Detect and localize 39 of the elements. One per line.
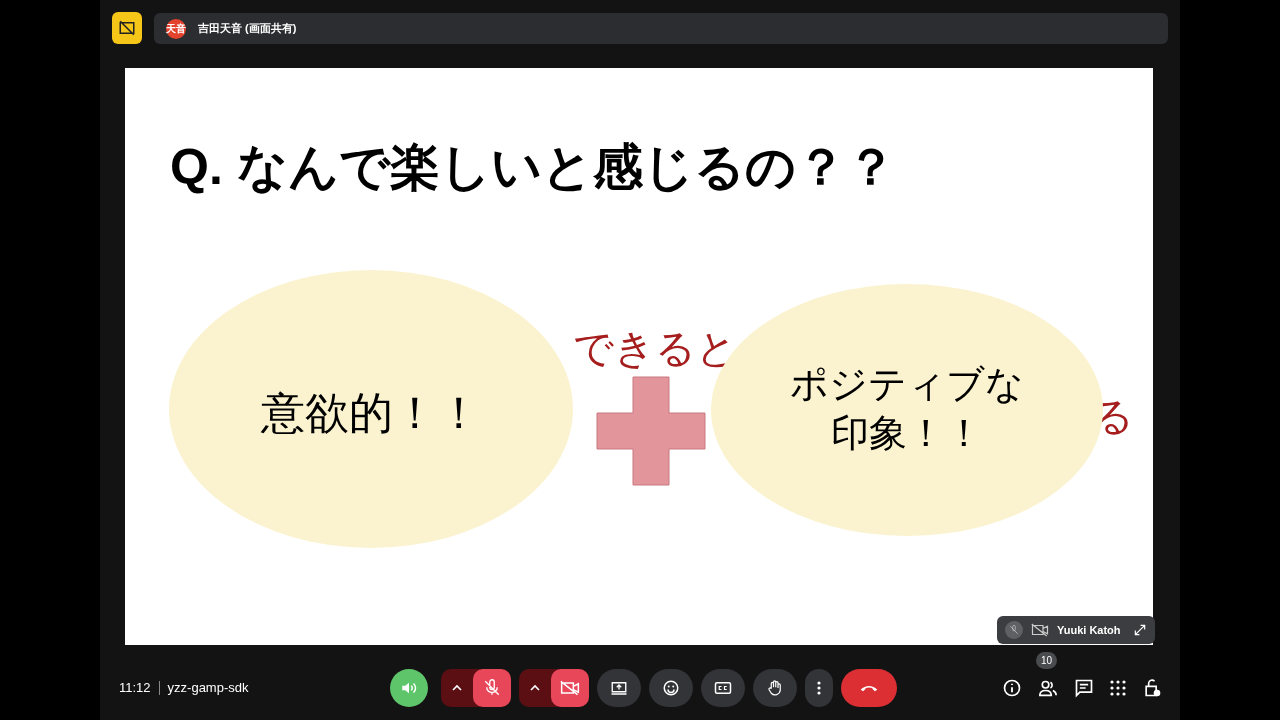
present-screen-button[interactable] [597,669,641,707]
people-icon[interactable] [1038,679,1058,697]
more-options-button[interactable] [805,669,833,707]
caret-icon [452,684,462,692]
mic-off-icon [483,679,501,697]
captions-button[interactable] [701,669,745,707]
avatar: 天音 [166,18,186,39]
smiley-icon [662,679,680,697]
expand-icon[interactable] [1133,623,1147,637]
apps-grid-icon[interactable] [1110,680,1126,696]
info-icon[interactable] [1002,678,1022,698]
camera-button[interactable] [551,669,589,707]
speaker-button[interactable] [390,669,428,707]
lock-icon[interactable] [1142,678,1162,698]
presentation-status-button[interactable] [112,12,142,44]
participant-name: Yuuki Katoh [1057,622,1121,638]
answer-text: る [1093,393,1134,440]
clock-time: 11:12 [119,679,151,698]
meeting-code: yzz-gamp-sdk [167,679,249,698]
phone-icon [859,683,879,693]
answer-text: できると [573,325,737,372]
more-icon [817,681,821,695]
raise-hand-button[interactable] [753,669,797,707]
hand-icon [766,679,784,697]
bubble-text: 意欲的！！ [261,387,481,439]
camera-off-icon [560,680,580,696]
slide-title: Q. なんで楽しいと感じるの？？ [170,138,896,197]
present-screen-icon [609,679,629,697]
captions-icon [714,680,732,696]
participant-count-badge: 10 [1036,652,1058,669]
chat-icon[interactable] [1074,678,1094,698]
caret-icon [530,684,540,692]
bubble-text: ポジティブな [790,362,1024,407]
emoji-button[interactable] [649,669,693,707]
presenter-label: 吉田天音 (画面共有) [198,21,297,37]
microphone-button[interactable] [473,669,511,707]
leave-call-button[interactable] [841,669,897,707]
screen-off-icon [118,19,136,37]
bubble-text: 印象！！ [831,411,983,457]
